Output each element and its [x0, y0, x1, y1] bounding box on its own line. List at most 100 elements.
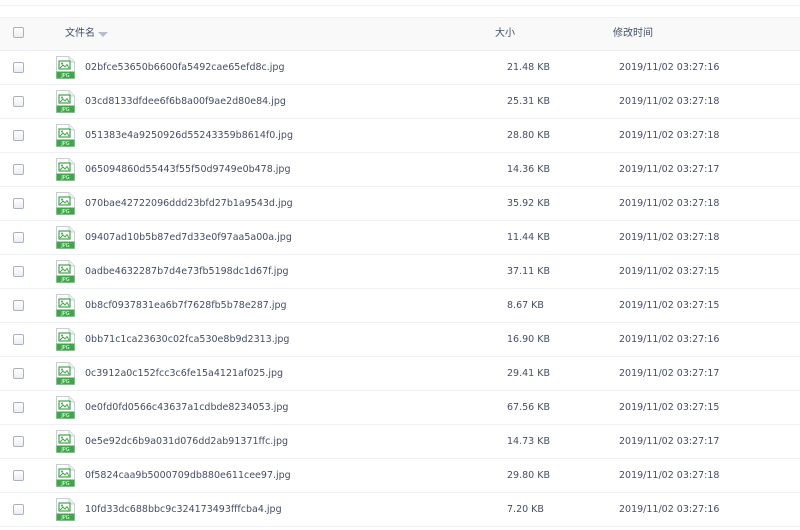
file-row[interactable]: JPG 0bb71c1ca23630c02fca530e8b9d2313.jpg 1…: [0, 323, 800, 357]
file-row[interactable]: JPG 02bfce53650b6600fa5492cae65efd8c.jpg 2…: [0, 51, 800, 85]
file-modified-time: 2019/11/02 03:27:18: [619, 470, 720, 481]
sort-down-icon[interactable]: [98, 32, 108, 37]
svg-text:JPG: JPG: [60, 107, 69, 113]
file-modified-time: 2019/11/02 03:27:15: [619, 402, 720, 413]
file-list-header: 文件名 大小 修改时间: [0, 17, 800, 51]
file-size: 21.48 KB: [507, 62, 550, 73]
file-modified-time: 2019/11/02 03:27:18: [619, 96, 720, 107]
file-name[interactable]: 0bb71c1ca23630c02fca530e8b9d2313.jpg: [85, 334, 289, 346]
file-size: 7.20 KB: [507, 504, 544, 515]
jpg-file-icon: JPG: [56, 498, 75, 521]
file-row[interactable]: JPG 09407ad10b5b87ed7d33e0f97aa5a00a.jpg 1…: [0, 221, 800, 255]
file-name[interactable]: 09407ad10b5b87ed7d33e0f97aa5a00a.jpg: [85, 232, 292, 244]
file-size: 11.44 KB: [507, 232, 550, 243]
row-checkbox[interactable]: [13, 368, 24, 379]
file-size: 35.92 KB: [507, 198, 550, 209]
row-checkbox[interactable]: [13, 62, 24, 73]
file-row[interactable]: JPG 0c3912a0c152fcc3c6fe15a4121af025.jpg 2…: [0, 357, 800, 391]
file-list: JPG 02bfce53650b6600fa5492cae65efd8c.jpg 2…: [0, 51, 800, 527]
file-modified-time: 2019/11/02 03:27:16: [619, 504, 720, 515]
row-checkbox[interactable]: [13, 96, 24, 107]
file-size: 14.36 KB: [507, 164, 550, 175]
file-modified-time: 2019/11/02 03:27:18: [619, 198, 720, 209]
column-header-modified-time[interactable]: 修改时间: [613, 28, 653, 40]
row-checkbox[interactable]: [13, 232, 24, 243]
svg-text:JPG: JPG: [60, 209, 69, 215]
jpg-file-icon: JPG: [56, 294, 75, 317]
svg-text:JPG: JPG: [60, 175, 69, 181]
row-checkbox[interactable]: [13, 334, 24, 345]
jpg-file-icon: JPG: [56, 328, 75, 351]
jpg-file-icon: JPG: [56, 226, 75, 249]
svg-text:JPG: JPG: [60, 413, 69, 419]
file-name[interactable]: 02bfce53650b6600fa5492cae65efd8c.jpg: [85, 62, 285, 74]
file-modified-time: 2019/11/02 03:27:15: [619, 266, 720, 277]
file-row[interactable]: JPG 10fd33dc688bbc9c324173493fffcba4.jpg 7…: [0, 493, 800, 527]
jpg-file-icon: JPG: [56, 362, 75, 385]
file-row[interactable]: JPG 0e0fd0fd0566c43637a1cdbde8234053.jpg 6…: [0, 391, 800, 425]
column-header-size[interactable]: 大小: [495, 28, 515, 40]
file-row[interactable]: JPG 0f5824caa9b5000709db880e611cee97.jpg 2…: [0, 459, 800, 493]
file-row[interactable]: JPG 051383e4a9250926d55243359b8614f0.jpg 2…: [0, 119, 800, 153]
file-name[interactable]: 0e0fd0fd0566c43637a1cdbde8234053.jpg: [85, 402, 288, 414]
file-modified-time: 2019/11/02 03:27:18: [619, 130, 720, 141]
file-name[interactable]: 0c3912a0c152fcc3c6fe15a4121af025.jpg: [85, 368, 283, 380]
file-row[interactable]: JPG 0e5e92dc6b9a031d076dd2ab91371ffc.jpg 1…: [0, 425, 800, 459]
svg-text:JPG: JPG: [60, 141, 69, 147]
svg-text:JPG: JPG: [60, 277, 69, 283]
file-name[interactable]: 0adbe4632287b7d4e73fb5198dc1d67f.jpg: [85, 266, 289, 278]
file-row[interactable]: JPG 070bae42722096ddd23bfd27b1a9543d.jpg 3…: [0, 187, 800, 221]
jpg-file-icon: JPG: [56, 158, 75, 181]
file-size: 28.80 KB: [507, 130, 550, 141]
svg-text:JPG: JPG: [60, 243, 69, 249]
file-size: 29.80 KB: [507, 470, 550, 481]
svg-text:JPG: JPG: [60, 311, 69, 317]
jpg-file-icon: JPG: [56, 56, 75, 79]
file-modified-time: 2019/11/02 03:27:15: [619, 300, 720, 311]
file-size: 14.73 KB: [507, 436, 550, 447]
file-name[interactable]: 0b8cf0937831ea6b7f7628fb5b78e287.jpg: [85, 300, 287, 312]
file-name[interactable]: 070bae42722096ddd23bfd27b1a9543d.jpg: [85, 198, 293, 210]
top-divider: [0, 0, 800, 6]
jpg-file-icon: JPG: [56, 260, 75, 283]
file-modified-time: 2019/11/02 03:27:17: [619, 436, 720, 447]
file-name[interactable]: 10fd33dc688bbc9c324173493fffcba4.jpg: [85, 504, 282, 516]
svg-text:JPG: JPG: [60, 447, 69, 453]
row-checkbox[interactable]: [13, 198, 24, 209]
svg-text:JPG: JPG: [60, 481, 69, 487]
row-checkbox[interactable]: [13, 300, 24, 311]
select-all-checkbox[interactable]: [13, 27, 24, 38]
row-checkbox[interactable]: [13, 470, 24, 481]
file-size: 29.41 KB: [507, 368, 550, 379]
file-row[interactable]: JPG 065094860d55443f55f50d9749e0b478.jpg 1…: [0, 153, 800, 187]
jpg-file-icon: JPG: [56, 464, 75, 487]
svg-text:JPG: JPG: [60, 379, 69, 385]
row-checkbox[interactable]: [13, 436, 24, 447]
file-size: 25.31 KB: [507, 96, 550, 107]
jpg-file-icon: JPG: [56, 396, 75, 419]
file-size: 16.90 KB: [507, 334, 550, 345]
jpg-file-icon: JPG: [56, 124, 75, 147]
row-checkbox[interactable]: [13, 504, 24, 515]
file-modified-time: 2019/11/02 03:27:16: [619, 334, 720, 345]
row-checkbox[interactable]: [13, 130, 24, 141]
row-checkbox[interactable]: [13, 164, 24, 175]
row-checkbox[interactable]: [13, 266, 24, 277]
file-name[interactable]: 065094860d55443f55f50d9749e0b478.jpg: [85, 164, 291, 176]
row-checkbox[interactable]: [13, 402, 24, 413]
file-name[interactable]: 03cd8133dfdee6f6b8a00f9ae2d80e84.jpg: [85, 96, 286, 108]
file-name[interactable]: 0e5e92dc6b9a031d076dd2ab91371ffc.jpg: [85, 436, 288, 448]
file-row[interactable]: JPG 0adbe4632287b7d4e73fb5198dc1d67f.jpg 3…: [0, 255, 800, 289]
file-size: 37.11 KB: [507, 266, 550, 277]
jpg-file-icon: JPG: [56, 192, 75, 215]
file-modified-time: 2019/11/02 03:27:16: [619, 62, 720, 73]
column-header-filename[interactable]: 文件名: [65, 28, 95, 40]
file-row[interactable]: JPG 0b8cf0937831ea6b7f7628fb5b78e287.jpg 8…: [0, 289, 800, 323]
jpg-file-icon: JPG: [56, 430, 75, 453]
svg-text:JPG: JPG: [60, 345, 69, 351]
file-modified-time: 2019/11/02 03:27:17: [619, 368, 720, 379]
file-name[interactable]: 051383e4a9250926d55243359b8614f0.jpg: [85, 130, 293, 142]
file-row[interactable]: JPG 03cd8133dfdee6f6b8a00f9ae2d80e84.jpg 2…: [0, 85, 800, 119]
file-size: 67.56 KB: [507, 402, 550, 413]
file-name[interactable]: 0f5824caa9b5000709db880e611cee97.jpg: [85, 470, 291, 482]
